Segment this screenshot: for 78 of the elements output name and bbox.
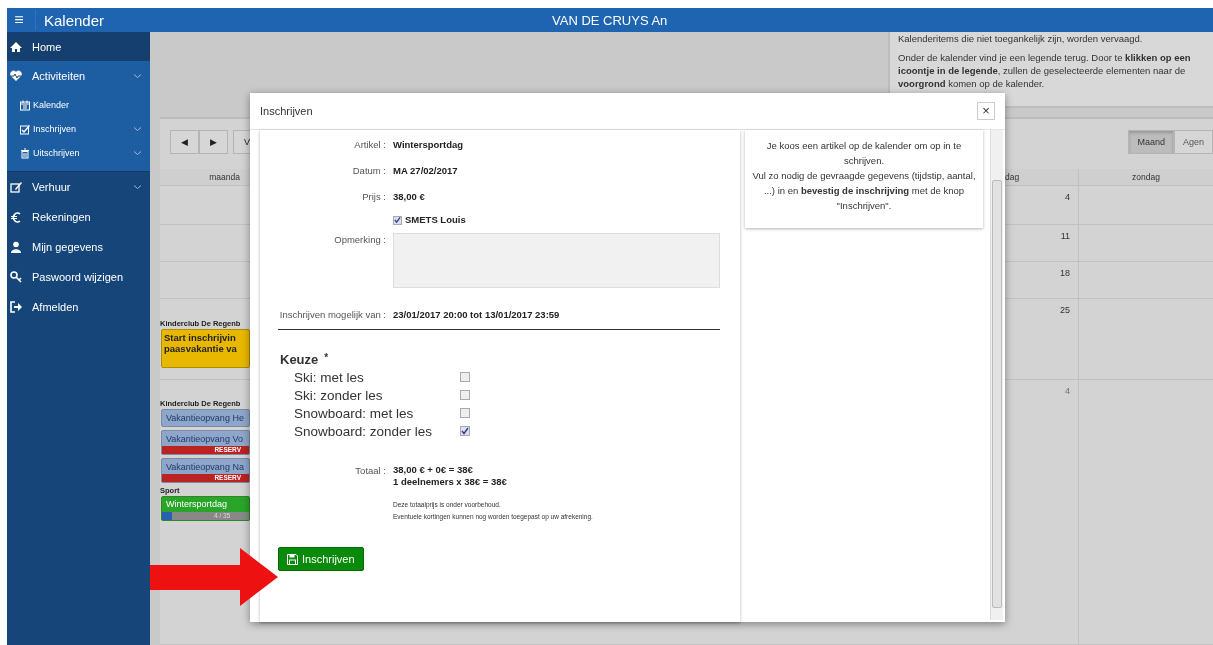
- info-text: Kalenderitems die niet toegankelijk zijn, worden vervaagd.: [898, 32, 1144, 45]
- field-label: Datum :: [351, 164, 386, 178]
- sidebar-item[interactable]: Home: [7, 32, 150, 61]
- edit-icon: [10, 181, 22, 193]
- scroll-thumb[interactable]: [992, 180, 1002, 608]
- sidebar-item[interactable]: Afmelden: [7, 292, 150, 322]
- day-number: 18: [1060, 268, 1070, 278]
- sidebar-item[interactable]: Verhuur: [7, 172, 150, 202]
- field-label: Inschrijven mogelijk van :: [278, 308, 386, 322]
- calendar-icon: [20, 99, 30, 111]
- dialog-title: Inschrijven: [260, 105, 313, 117]
- sidebar-item[interactable]: Activiteiten: [7, 61, 150, 91]
- sidebar-item[interactable]: Mijn gegevens: [7, 232, 150, 262]
- user-icon: [10, 241, 22, 253]
- sidebar-item[interactable]: Rekeningen: [7, 202, 150, 232]
- help-text: Je koos een artikel op de kalender om op in te schrijven.: [765, 139, 963, 168]
- field-label: Totaal :: [354, 464, 386, 478]
- choice-title: Keuze: [280, 352, 319, 367]
- checkbox[interactable]: [460, 408, 470, 418]
- day-number: 25: [1060, 305, 1070, 315]
- required-mark: *: [324, 352, 329, 363]
- close-button[interactable]: ×: [977, 102, 995, 120]
- nav-button[interactable]: ▶: [199, 130, 228, 154]
- trash-icon: [20, 147, 30, 159]
- field-value: Wintersportdag: [393, 139, 464, 150]
- calendar-event[interactable]: Vakantieopvang He: [161, 409, 250, 427]
- checkbox[interactable]: [460, 426, 470, 436]
- help-text: Vul zo nodig de gevraagde gegevens (tijdstip, aantal, ...) in en bevestig de inschrijving met de knop "Inschrijven".: [751, 169, 977, 213]
- chevron-down-icon: [133, 126, 142, 132]
- event-title: Wintersportdag: [165, 499, 229, 511]
- info-text: Onder de kalender vind je een legende terug. Door te klikken op een icoontje in de legende, zullen de geselecteerde elementen naar de voorgrond komen op de kalender.: [898, 51, 1192, 90]
- checkbox[interactable]: [460, 372, 470, 382]
- column-header: dag: [1005, 171, 1021, 184]
- field-value: 23/01/2017 20:00 tot 13/01/2017 23:59: [393, 309, 560, 320]
- euro-icon: [10, 211, 22, 223]
- checkbox[interactable]: [460, 390, 470, 400]
- save-icon: [287, 553, 298, 565]
- nav-button[interactable]: ◀: [170, 130, 199, 154]
- event-title: Vakantieopvang Na: [165, 462, 245, 474]
- remark-field[interactable]: [393, 233, 720, 288]
- view-tab[interactable]: Maand: [1128, 130, 1174, 154]
- field-label: Prijs :: [361, 190, 386, 204]
- sidebar-item[interactable]: Paswoord wijzigen: [7, 262, 150, 292]
- field-label: Opmerking :: [333, 233, 386, 247]
- sign-out-icon: [10, 301, 22, 313]
- checkbox-icon: [20, 123, 30, 135]
- option-label: Ski: met les: [294, 369, 365, 385]
- view-tab[interactable]: Agen: [1173, 130, 1213, 154]
- day-number: 11: [1060, 231, 1070, 241]
- total-line: 38,00 € + 0€ = 38€: [393, 464, 474, 476]
- heartbeat-icon: [10, 70, 22, 82]
- participant-name: SMETS Louis: [405, 213, 466, 227]
- submenu-item[interactable]: Kalender: [7, 93, 150, 117]
- total-line: 1 deelnemers x 38€ = 38€: [393, 476, 508, 488]
- option-label: Snowboard: met les: [294, 405, 415, 421]
- checkbox[interactable]: [393, 215, 402, 225]
- field-label: Artikel :: [353, 138, 386, 152]
- app-title: Kalender: [44, 11, 105, 29]
- chevron-down-icon: [133, 73, 142, 79]
- option-label: Snowboard: zonder les: [294, 423, 434, 439]
- submenu-item[interactable]: Inschrijven: [7, 117, 150, 141]
- event-title: Vakantieopvang Vo: [165, 434, 244, 446]
- user-name: VAN DE CRUYS An: [552, 12, 668, 28]
- option-label: Ski: zonder les: [294, 387, 384, 403]
- calendar-event[interactable]: Start inschrijvin paasvakantie va: [161, 329, 250, 368]
- submit-button[interactable]: Inschrijven: [278, 547, 364, 571]
- field-value: 38,00 €: [393, 191, 425, 202]
- field-value: MA 27/02/2017: [393, 165, 458, 176]
- chevron-down-icon: [133, 150, 142, 156]
- key-icon: [10, 271, 22, 283]
- chevron-down-icon: [133, 184, 142, 190]
- column-header: maanda: [208, 171, 241, 184]
- column-header: zondag: [1078, 169, 1213, 185]
- day-number: 4: [1065, 192, 1070, 202]
- home-icon: [10, 40, 22, 53]
- day-number: 4: [1065, 386, 1070, 396]
- submenu-item[interactable]: Uitschrijven: [7, 141, 150, 165]
- scrollbar[interactable]: [990, 130, 1003, 620]
